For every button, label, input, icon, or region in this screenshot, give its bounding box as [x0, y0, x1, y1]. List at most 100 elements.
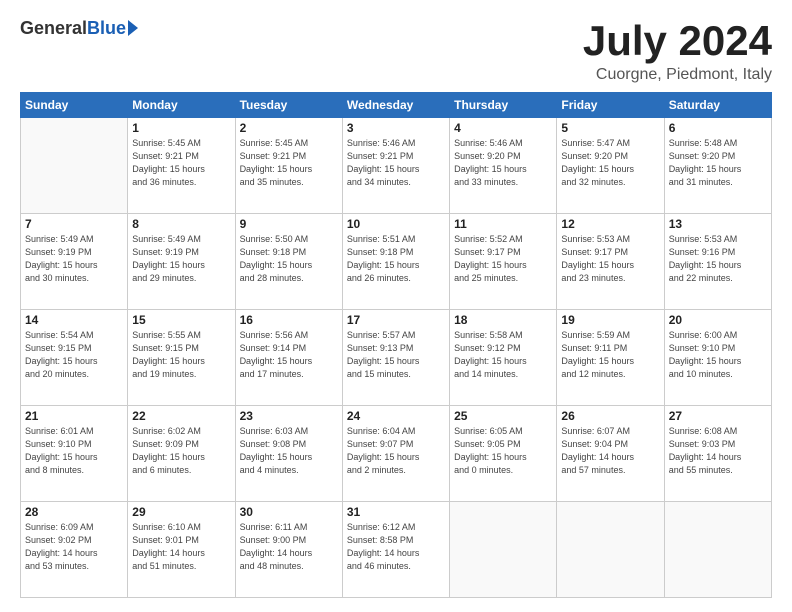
day-number: 16: [240, 313, 338, 327]
calendar-cell-w3-d4: 18Sunrise: 5:58 AM Sunset: 9:12 PM Dayli…: [450, 310, 557, 406]
calendar-week-5: 28 Sunrise: 6:09 AM Sunset: 9:02 PM Dayli…: [21, 502, 772, 598]
calendar-cell-w4-d2: 23Sunrise: 6:03 AM Sunset: 9:08 PM Dayli…: [235, 406, 342, 502]
calendar-cell-w1-d3: 3 Sunrise: 5:46 AM Sunset: 9:21 PM Daylig…: [342, 118, 449, 214]
day-number: 28: [25, 505, 123, 519]
calendar-cell-w4-d3: 24 Sunrise: 6:04 AM Sunset: 9:07 PM Dayli…: [342, 406, 449, 502]
day-info: Sunrise: 5:58 AM Sunset: 9:12 PM Dayligh…: [454, 329, 552, 381]
day-info: Sunrise: 6:05 AM Sunset: 9:05 PM Dayligh…: [454, 425, 552, 477]
day-number: 12: [561, 217, 659, 231]
day-info: Sunrise: 5:49 AM Sunset: 9:19 PM Dayligh…: [25, 233, 123, 285]
calendar-cell-w5-d3: 31 Sunrise: 6:12 AM Sunset: 8:58 PM Dayli…: [342, 502, 449, 598]
day-number: 25: [454, 409, 552, 423]
day-number: 20: [669, 313, 767, 327]
day-info: Sunrise: 5:53 AM Sunset: 9:16 PM Dayligh…: [669, 233, 767, 285]
day-number: 6: [669, 121, 767, 135]
calendar-cell-w3-d3: 17 Sunrise: 5:57 AM Sunset: 9:13 PM Dayli…: [342, 310, 449, 406]
header-thursday: Thursday: [450, 93, 557, 118]
header-saturday: Saturday: [664, 93, 771, 118]
day-number: 14: [25, 313, 123, 327]
day-number: 7: [25, 217, 123, 231]
header-tuesday: Tuesday: [235, 93, 342, 118]
day-info: Sunrise: 5:47 AM Sunset: 9:20 PM Dayligh…: [561, 137, 659, 189]
day-info: Sunrise: 5:56 AM Sunset: 9:14 PM Dayligh…: [240, 329, 338, 381]
calendar-week-3: 14 Sunrise: 5:54 AM Sunset: 9:15 PM Dayli…: [21, 310, 772, 406]
day-number: 1: [132, 121, 230, 135]
location: Cuorgne, Piedmont, Italy: [583, 66, 772, 84]
day-info: Sunrise: 5:45 AM Sunset: 9:21 PM Dayligh…: [132, 137, 230, 189]
page: General Blue July 2024 Cuorgne, Piedmont…: [0, 0, 792, 612]
day-number: 31: [347, 505, 445, 519]
calendar-cell-w1-d2: 2Sunrise: 5:45 AM Sunset: 9:21 PM Daylig…: [235, 118, 342, 214]
calendar-cell-w5-d1: 29 Sunrise: 6:10 AM Sunset: 9:01 PM Dayli…: [128, 502, 235, 598]
day-number: 27: [669, 409, 767, 423]
calendar-cell-w1-d6: 6 Sunrise: 5:48 AM Sunset: 9:20 PM Daylig…: [664, 118, 771, 214]
day-number: 26: [561, 409, 659, 423]
calendar-cell-w3-d1: 15 Sunrise: 5:55 AM Sunset: 9:15 PM Dayli…: [128, 310, 235, 406]
logo-blue-text: Blue: [87, 18, 126, 39]
day-info: Sunrise: 6:04 AM Sunset: 9:07 PM Dayligh…: [347, 425, 445, 477]
calendar-cell-w1-d1: 1 Sunrise: 5:45 AM Sunset: 9:21 PM Daylig…: [128, 118, 235, 214]
day-info: Sunrise: 5:54 AM Sunset: 9:15 PM Dayligh…: [25, 329, 123, 381]
day-number: 10: [347, 217, 445, 231]
day-info: Sunrise: 6:12 AM Sunset: 8:58 PM Dayligh…: [347, 521, 445, 573]
day-number: 24: [347, 409, 445, 423]
logo-arrow-icon: [128, 20, 138, 36]
day-number: 3: [347, 121, 445, 135]
title-block: July 2024 Cuorgne, Piedmont, Italy: [583, 18, 772, 84]
day-info: Sunrise: 5:57 AM Sunset: 9:13 PM Dayligh…: [347, 329, 445, 381]
calendar-cell-w2-d0: 7 Sunrise: 5:49 AM Sunset: 9:19 PM Daylig…: [21, 214, 128, 310]
day-number: 15: [132, 313, 230, 327]
day-number: 9: [240, 217, 338, 231]
header-wednesday: Wednesday: [342, 93, 449, 118]
day-info: Sunrise: 6:10 AM Sunset: 9:01 PM Dayligh…: [132, 521, 230, 573]
calendar-cell-w2-d3: 10Sunrise: 5:51 AM Sunset: 9:18 PM Dayli…: [342, 214, 449, 310]
calendar-cell-w4-d1: 22 Sunrise: 6:02 AM Sunset: 9:09 PM Dayli…: [128, 406, 235, 502]
calendar-cell-w3-d5: 19Sunrise: 5:59 AM Sunset: 9:11 PM Dayli…: [557, 310, 664, 406]
month-title: July 2024: [583, 18, 772, 64]
calendar-cell-w5-d6: [664, 502, 771, 598]
day-info: Sunrise: 5:46 AM Sunset: 9:21 PM Dayligh…: [347, 137, 445, 189]
calendar-week-4: 21 Sunrise: 6:01 AM Sunset: 9:10 PM Dayli…: [21, 406, 772, 502]
day-number: 11: [454, 217, 552, 231]
calendar-cell-w4-d5: 26 Sunrise: 6:07 AM Sunset: 9:04 PM Dayli…: [557, 406, 664, 502]
calendar-cell-w3-d6: 20Sunrise: 6:00 AM Sunset: 9:10 PM Dayli…: [664, 310, 771, 406]
day-info: Sunrise: 6:09 AM Sunset: 9:02 PM Dayligh…: [25, 521, 123, 573]
calendar-cell-w2-d4: 11 Sunrise: 5:52 AM Sunset: 9:17 PM Dayli…: [450, 214, 557, 310]
calendar-cell-w5-d5: [557, 502, 664, 598]
day-info: Sunrise: 5:55 AM Sunset: 9:15 PM Dayligh…: [132, 329, 230, 381]
day-info: Sunrise: 6:07 AM Sunset: 9:04 PM Dayligh…: [561, 425, 659, 477]
day-number: 8: [132, 217, 230, 231]
day-number: 22: [132, 409, 230, 423]
day-info: Sunrise: 5:52 AM Sunset: 9:17 PM Dayligh…: [454, 233, 552, 285]
day-info: Sunrise: 6:03 AM Sunset: 9:08 PM Dayligh…: [240, 425, 338, 477]
day-number: 21: [25, 409, 123, 423]
calendar-week-2: 7 Sunrise: 5:49 AM Sunset: 9:19 PM Daylig…: [21, 214, 772, 310]
calendar-cell-w1-d4: 4Sunrise: 5:46 AM Sunset: 9:20 PM Daylig…: [450, 118, 557, 214]
day-info: Sunrise: 6:11 AM Sunset: 9:00 PM Dayligh…: [240, 521, 338, 573]
calendar-cell-w5-d2: 30 Sunrise: 6:11 AM Sunset: 9:00 PM Dayli…: [235, 502, 342, 598]
calendar-week-1: 1 Sunrise: 5:45 AM Sunset: 9:21 PM Daylig…: [21, 118, 772, 214]
day-number: 17: [347, 313, 445, 327]
calendar-cell-w3-d2: 16 Sunrise: 5:56 AM Sunset: 9:14 PM Dayli…: [235, 310, 342, 406]
day-info: Sunrise: 6:08 AM Sunset: 9:03 PM Dayligh…: [669, 425, 767, 477]
day-number: 29: [132, 505, 230, 519]
day-number: 5: [561, 121, 659, 135]
calendar-header-row: Sunday Monday Tuesday Wednesday Thursday…: [21, 93, 772, 118]
calendar-table: Sunday Monday Tuesday Wednesday Thursday…: [20, 92, 772, 598]
calendar-cell-w2-d6: 13 Sunrise: 5:53 AM Sunset: 9:16 PM Dayli…: [664, 214, 771, 310]
header-monday: Monday: [128, 93, 235, 118]
calendar-cell-w2-d1: 8 Sunrise: 5:49 AM Sunset: 9:19 PM Daylig…: [128, 214, 235, 310]
logo-general-text: General: [20, 18, 87, 39]
calendar-cell-w2-d5: 12Sunrise: 5:53 AM Sunset: 9:17 PM Dayli…: [557, 214, 664, 310]
day-number: 13: [669, 217, 767, 231]
day-number: 30: [240, 505, 338, 519]
day-info: Sunrise: 5:48 AM Sunset: 9:20 PM Dayligh…: [669, 137, 767, 189]
day-info: Sunrise: 6:02 AM Sunset: 9:09 PM Dayligh…: [132, 425, 230, 477]
logo: General Blue: [20, 18, 138, 39]
calendar-cell-w3-d0: 14 Sunrise: 5:54 AM Sunset: 9:15 PM Dayli…: [21, 310, 128, 406]
day-info: Sunrise: 6:01 AM Sunset: 9:10 PM Dayligh…: [25, 425, 123, 477]
day-number: 19: [561, 313, 659, 327]
calendar-cell-w4-d6: 27 Sunrise: 6:08 AM Sunset: 9:03 PM Dayli…: [664, 406, 771, 502]
calendar-cell-w1-d0: [21, 118, 128, 214]
day-info: Sunrise: 5:49 AM Sunset: 9:19 PM Dayligh…: [132, 233, 230, 285]
